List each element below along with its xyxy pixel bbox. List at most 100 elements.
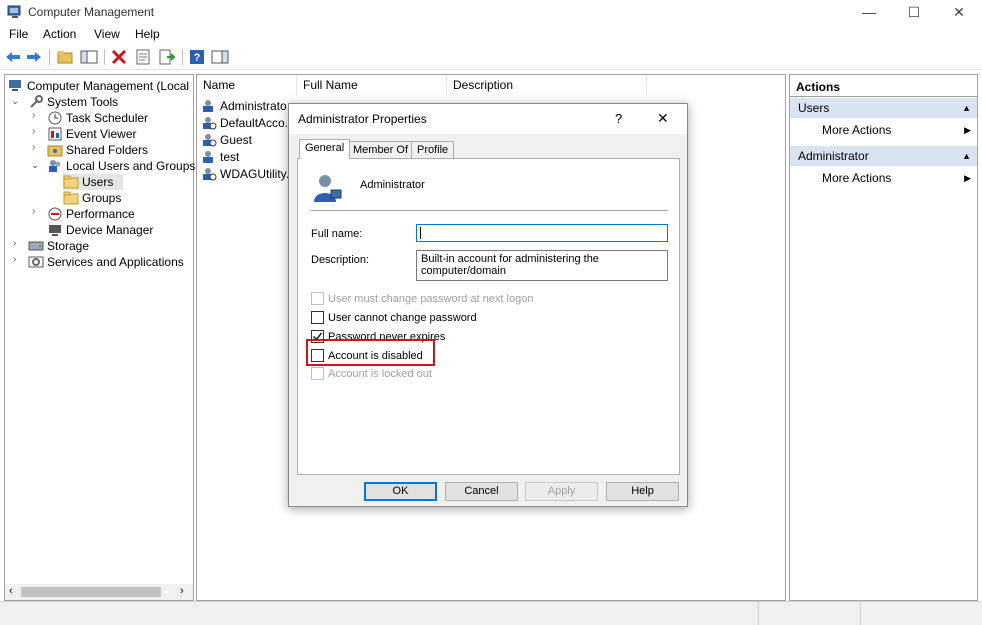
menu-action[interactable]: Action: [43, 27, 76, 41]
ok-button[interactable]: OK: [364, 482, 437, 501]
disabled-user-icon: [203, 168, 217, 181]
list-item[interactable]: WDAGUtility...: [201, 166, 296, 182]
disabled-user-icon: [203, 134, 217, 147]
text-cursor: [420, 227, 421, 239]
toolbar-separator: [49, 49, 50, 65]
chevron-right-icon[interactable]: ›: [13, 238, 16, 249]
scroll-left-icon[interactable]: ‹: [9, 585, 13, 597]
checkbox-cannot-change-password[interactable]: User cannot change password: [311, 311, 477, 327]
tree-item-local-users-groups[interactable]: Local Users and Groups: [47, 158, 195, 174]
status-divider: [758, 602, 759, 625]
actions-header: Actions: [790, 77, 977, 97]
toolbar-separator: [182, 49, 183, 65]
tree-label: Task Scheduler: [66, 111, 149, 125]
properties-icon[interactable]: [134, 49, 152, 65]
console-tree-pane: Computer Management (Local ⌄ System Tool…: [4, 74, 195, 601]
tab-member-of[interactable]: Member Of: [347, 141, 415, 159]
tree-item-system-tools[interactable]: System Tools: [28, 94, 118, 110]
dialog-close-button[interactable]: ✕: [657, 110, 669, 127]
maximize-button[interactable]: ☐: [891, 2, 937, 22]
checkbox[interactable]: [311, 292, 324, 305]
close-button[interactable]: ✕: [936, 2, 982, 22]
menu-file[interactable]: File: [9, 27, 28, 41]
shared-folder-icon: [47, 145, 63, 157]
tree-item-storage[interactable]: Storage: [28, 238, 89, 254]
tree-label: Device Manager: [66, 223, 154, 237]
tree-item-services-apps[interactable]: Services and Applications: [28, 254, 184, 270]
folder-up-icon[interactable]: [56, 49, 74, 65]
chevron-right-icon[interactable]: ›: [32, 110, 35, 121]
full-name-label: Full name:: [311, 228, 363, 240]
list-item[interactable]: Administrato: [201, 98, 287, 114]
tree-item-device-manager[interactable]: Device Manager: [47, 222, 153, 238]
administrator-properties-dialog: Administrator Properties ? ✕ General Mem…: [288, 103, 688, 507]
apply-button[interactable]: Apply: [525, 482, 598, 501]
chevron-right-icon[interactable]: ›: [32, 206, 35, 217]
status-divider: [860, 602, 861, 625]
tree-item-task-scheduler[interactable]: Task Scheduler: [47, 110, 148, 126]
svg-text:?: ?: [194, 52, 201, 64]
help-icon[interactable]: ?: [188, 49, 206, 65]
tree-item-shared-folders[interactable]: Shared Folders: [47, 142, 148, 158]
folder-icon: [63, 191, 79, 205]
chevron-down-icon[interactable]: ⌄: [11, 96, 19, 107]
disabled-user-icon: [203, 117, 217, 130]
actions-group-administrator[interactable]: Administrator ▲: [790, 146, 977, 166]
checkbox-account-locked-out[interactable]: Account is locked out: [311, 367, 432, 383]
tree-item-performance[interactable]: Performance: [47, 206, 135, 222]
tree-item-groups[interactable]: Groups: [63, 190, 121, 206]
collapse-arrow-icon[interactable]: ▲: [962, 98, 971, 118]
checkbox-must-change-password[interactable]: User must change password at next logon: [311, 292, 533, 308]
actions-group-users[interactable]: Users ▲: [790, 98, 977, 118]
account-name: Administrator: [360, 179, 425, 191]
computer-management-icon: [7, 5, 21, 18]
chevron-down-icon[interactable]: ⌄: [31, 160, 39, 171]
tree-label: Event Viewer: [66, 127, 137, 141]
tree-item-users[interactable]: Users: [63, 174, 123, 190]
scroll-right-icon[interactable]: ›: [180, 585, 184, 597]
column-header-description[interactable]: Description: [447, 75, 647, 95]
dialog-title: Administrator Properties: [298, 112, 427, 126]
list-item[interactable]: Guest: [201, 132, 252, 148]
more-actions-users[interactable]: More Actions ▶: [790, 120, 977, 140]
menu-view[interactable]: View: [94, 27, 120, 41]
chevron-right-icon[interactable]: ›: [32, 126, 35, 137]
dialog-help-button[interactable]: ?: [615, 111, 622, 126]
menu-help[interactable]: Help: [135, 27, 160, 41]
tab-profile[interactable]: Profile: [411, 141, 455, 159]
chevron-right-icon[interactable]: ›: [13, 254, 16, 265]
horizontal-scrollbar[interactable]: ‹ ›: [5, 584, 193, 600]
toolbar-separator: [104, 49, 105, 65]
collapse-arrow-icon[interactable]: ▲: [962, 146, 971, 166]
column-header-full-name[interactable]: Full Name: [297, 75, 447, 95]
tab-general[interactable]: General: [299, 139, 351, 159]
delete-icon[interactable]: [110, 49, 128, 65]
list-item[interactable]: DefaultAcco...: [201, 115, 295, 131]
tools-icon: [30, 95, 43, 108]
tree-label: Services and Applications: [47, 255, 184, 269]
checkbox[interactable]: [311, 367, 324, 380]
more-actions-administrator[interactable]: More Actions ▶: [790, 168, 977, 188]
column-header-name[interactable]: Name: [197, 75, 297, 95]
export-list-icon[interactable]: [158, 49, 176, 65]
scrollbar-thumb[interactable]: [21, 587, 161, 597]
help-button[interactable]: Help: [606, 482, 679, 501]
tree-label: Shared Folders: [66, 143, 149, 157]
list-item[interactable]: test: [201, 149, 239, 165]
description-input[interactable]: Built-in account for administering the c…: [416, 250, 668, 281]
minimize-button[interactable]: —: [846, 2, 892, 22]
tree-item-event-viewer[interactable]: Event Viewer: [47, 126, 136, 142]
chevron-right-icon[interactable]: ›: [32, 142, 35, 153]
description-label: Description:: [311, 254, 370, 266]
show-hide-action-pane-icon[interactable]: [211, 49, 229, 65]
checkbox[interactable]: [311, 311, 324, 324]
forward-arrow-icon[interactable]: [25, 49, 43, 65]
folder-icon: [63, 175, 79, 189]
back-arrow-icon[interactable]: [4, 49, 22, 65]
full-name-input[interactable]: [416, 224, 668, 242]
console-tree-icon[interactable]: [80, 49, 98, 65]
user-avatar-icon: [314, 175, 342, 202]
cancel-button[interactable]: Cancel: [445, 482, 518, 501]
event-viewer-icon: [48, 127, 62, 141]
tree-item-computer-management[interactable]: Computer Management (Local: [8, 78, 189, 94]
